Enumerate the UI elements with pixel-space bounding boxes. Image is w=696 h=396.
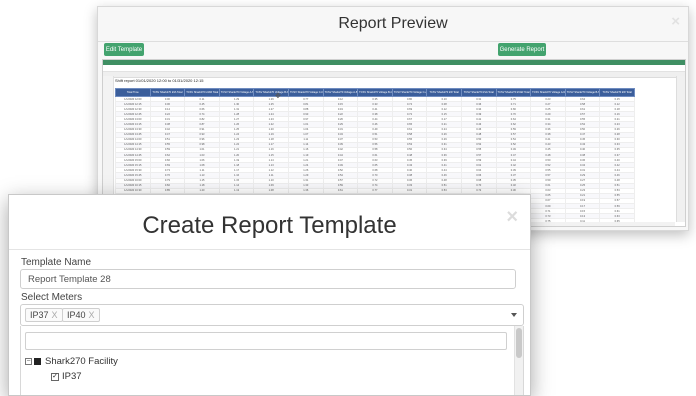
table-header-row: Total Time TCSV Shark270 kVA Total TCSV Sh… — [115, 88, 635, 97]
generate-report-button[interactable]: Generate Report — [498, 43, 546, 56]
remove-tag-icon[interactable]: X — [89, 310, 95, 320]
vertical-scrollbar[interactable] — [676, 76, 685, 222]
meter-tag-label: IP37 — [30, 310, 49, 320]
dropdown-scrollbar[interactable] — [514, 326, 523, 395]
column-header: TCSV Shark270 Voltage B-N — [564, 88, 601, 97]
formula-bar[interactable] — [103, 65, 685, 72]
edit-template-button[interactable]: Edit Template — [104, 43, 144, 56]
tree-item-label: IP37 — [62, 371, 82, 382]
column-header: TCSV Shark270 Voltage B-C — [357, 88, 393, 97]
column-header: TCSV Shark270 kVAR Total — [184, 88, 220, 97]
collapse-icon[interactable]: − — [25, 358, 32, 365]
meter-multiselect[interactable]: IP37 X IP40 X — [20, 304, 524, 326]
checkbox-checked-icon[interactable]: ✓ — [51, 372, 59, 381]
scrollbar-thumb[interactable] — [516, 328, 522, 358]
column-header: TCSV Shark270 Voltage B-N — [253, 88, 289, 97]
move-cursor-icon: ✥ — [275, 93, 281, 100]
report-preview-title: Report Preview — [338, 15, 448, 32]
meter-tag-ip37[interactable]: IP37 X — [25, 308, 63, 322]
column-header: TCSV Shark270 kVA Total — [460, 88, 497, 97]
tree-item-shark270-facility[interactable]: − Shark270 Facility — [25, 356, 118, 367]
tree-item-ip37[interactable]: ✓ IP37 — [51, 371, 82, 382]
create-report-template-dialog: Create Report Template × Template Name S… — [8, 194, 531, 396]
column-header: TCSV Shark270 Voltage A-N — [218, 88, 255, 97]
dialog-divider — [9, 249, 530, 250]
facility-checkbox-icon[interactable] — [34, 358, 41, 365]
column-header: TCSV Shark270 Voltage A-N — [530, 88, 566, 97]
column-header: Total Time — [115, 88, 151, 97]
meter-dropdown-panel: − Shark270 Facility ✓ IP37 — [20, 326, 524, 395]
column-header: TCSV Shark270 Voltage A-B — [322, 88, 359, 97]
dialog-title: Create Report Template — [142, 212, 397, 239]
column-header: TCSV Shark270 kVAR Total — [495, 88, 532, 97]
tree-item-label: Shark270 Facility — [45, 356, 118, 367]
remove-tag-icon[interactable]: X — [52, 310, 58, 320]
preview-close-icon[interactable]: × — [671, 13, 680, 30]
select-meters-label: Select Meters — [21, 292, 83, 303]
preview-divider — [98, 41, 688, 42]
meter-tag-ip40[interactable]: IP40 X — [62, 308, 100, 322]
meter-search-input[interactable] — [25, 332, 507, 350]
column-header: TCSV Shark270 kW Total — [426, 88, 462, 97]
template-name-label: Template Name — [21, 257, 92, 268]
close-icon[interactable]: × — [506, 206, 518, 229]
meter-tag-label: IP40 — [67, 310, 86, 320]
report-heading: Shift report 01/01/2020 12:00 to 01/31/2… — [115, 78, 204, 83]
column-header: TCSV Shark270 kVA Total — [149, 88, 186, 97]
column-header: TCSV Shark270 kW Total — [599, 88, 635, 97]
template-name-input[interactable] — [20, 269, 516, 289]
dropdown-caret-icon[interactable] — [511, 313, 517, 317]
column-header: TCSV Shark270 Voltage C-A — [391, 88, 428, 97]
column-header: TCSV Shark270 Voltage C-N — [287, 88, 324, 97]
